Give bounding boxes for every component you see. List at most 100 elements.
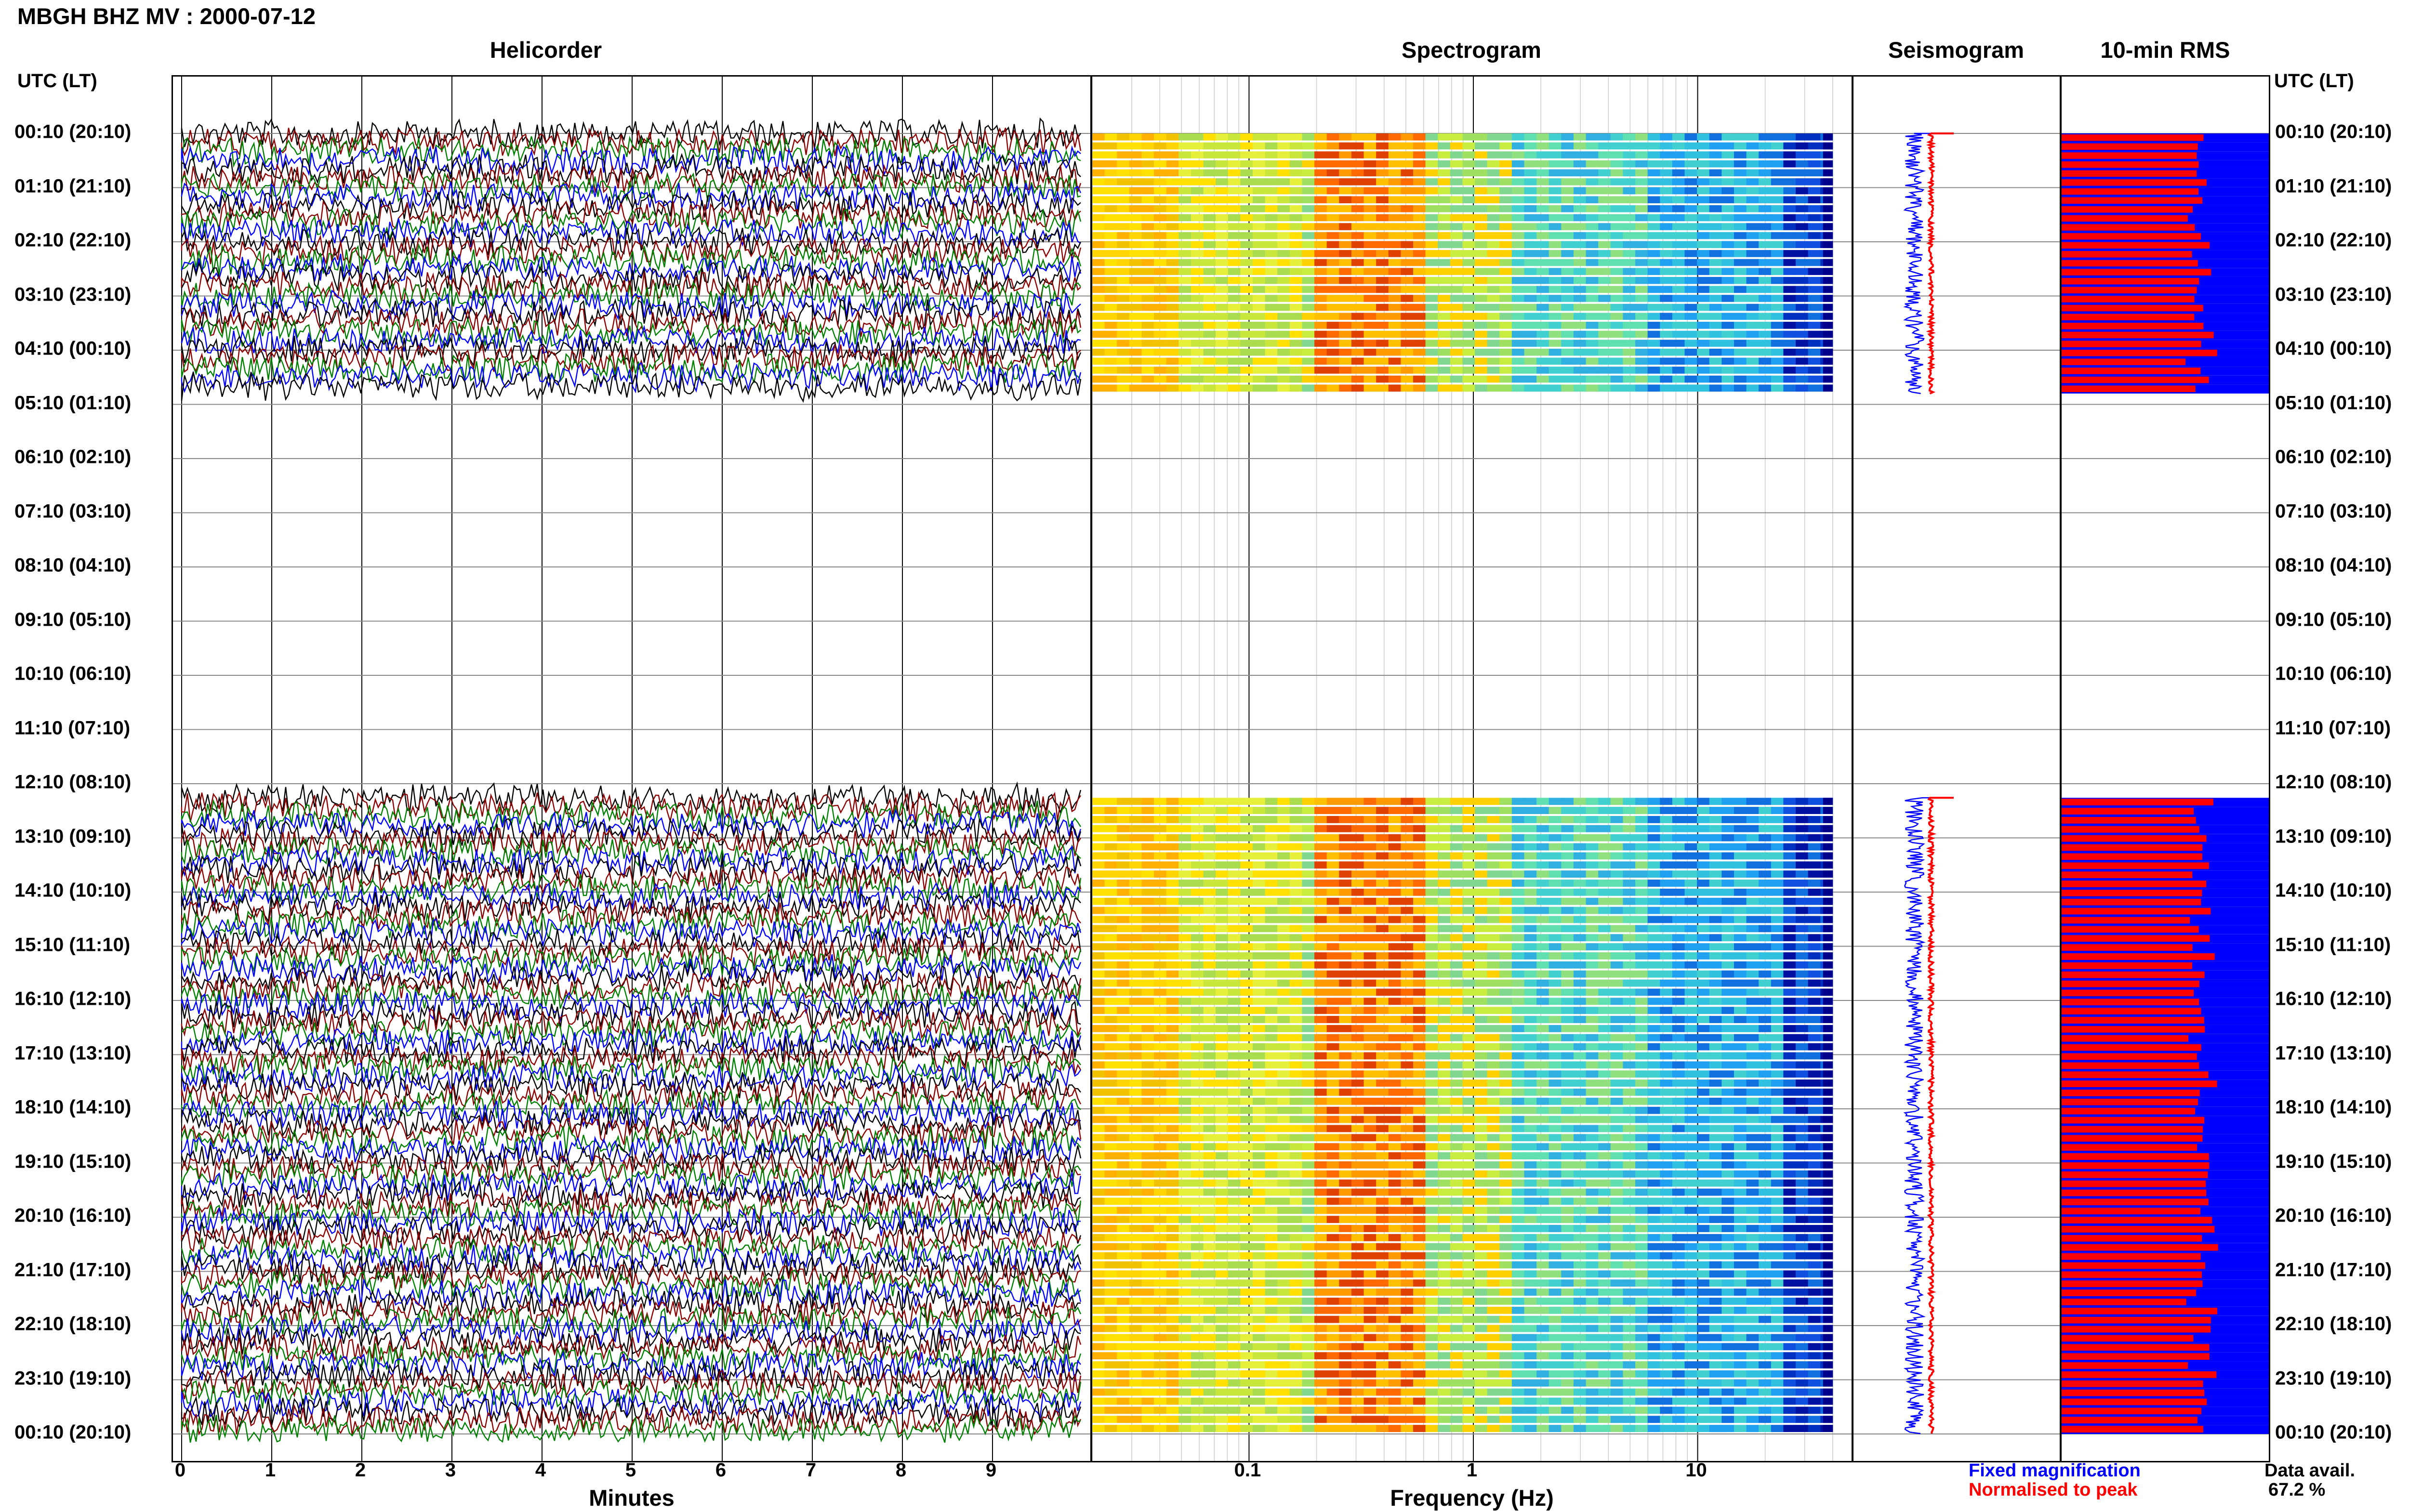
spectrogram-cell <box>1265 1197 1278 1205</box>
spectrogram-cell <box>1228 1188 1241 1196</box>
spectrogram-cell <box>1092 1079 1105 1087</box>
spectrogram-cell <box>1610 1025 1624 1032</box>
spectrogram-cell <box>1573 384 1587 392</box>
spectrogram-cell <box>1438 214 1451 222</box>
spectrogram-cell <box>1413 322 1426 329</box>
spectrogram-cell <box>1425 970 1438 978</box>
spectrogram-cell <box>1178 1097 1191 1105</box>
spectrogram-cell <box>1796 1070 1809 1078</box>
spectrogram-cell <box>1759 286 1772 293</box>
spectrogram-cell <box>1475 943 1488 951</box>
spectrogram-cell <box>1499 133 1512 141</box>
spectrogram-cell <box>1623 1061 1636 1069</box>
spectrogram-cell <box>1647 223 1660 230</box>
spectrogram-cell <box>1499 1052 1512 1060</box>
spectrogram-cell <box>1129 815 1142 823</box>
spectrogram-cell <box>1302 340 1315 347</box>
spectrogram-cell <box>1487 1106 1500 1114</box>
spectrogram-cell <box>1092 1007 1105 1014</box>
spectrogram-cell <box>1721 1134 1734 1142</box>
spectrogram-cell <box>1697 815 1710 823</box>
spectrogram-cell <box>1573 861 1587 869</box>
spectrogram-cell <box>1178 1043 1191 1051</box>
spectrogram-cell <box>1117 1097 1130 1105</box>
spectrogram-cell <box>1771 1007 1784 1014</box>
spectrogram-cell <box>1240 133 1253 141</box>
spectrogram-cell <box>1499 1161 1512 1169</box>
spectrogram-cell <box>1326 151 1339 158</box>
spectrogram-cell <box>1647 888 1660 896</box>
spectrogram-cell <box>1746 916 1759 923</box>
spectrogram-cell <box>1771 133 1784 141</box>
spectrogram-cell <box>1771 1152 1784 1159</box>
spectrogram-cell <box>1771 1143 1784 1151</box>
spectrogram-cell <box>1586 943 1599 951</box>
spectrogram-cell <box>1475 330 1488 338</box>
time-label-right: 20:10 (16:10) <box>2275 1205 2392 1226</box>
spectrogram-cell <box>1524 187 1537 195</box>
spectrogram-cell <box>1734 1161 1747 1169</box>
spectrogram-cell <box>1277 1016 1290 1023</box>
spectrogram-cell <box>1166 834 1179 841</box>
spectrogram-cell <box>1314 1089 1327 1096</box>
spectrogram-cell <box>1252 357 1266 365</box>
spectrogram-cell <box>1351 1170 1364 1178</box>
spectrogram-cell <box>1598 852 1611 860</box>
spectrogram-cell <box>1450 843 1463 851</box>
spectrogram-cell <box>1487 241 1500 249</box>
spectrogram-cell <box>1216 313 1229 320</box>
spectrogram-cell <box>1586 1197 1599 1205</box>
spectrogram-cell <box>1759 907 1772 914</box>
spectrogram-cell <box>1660 1061 1673 1069</box>
spectrogram-cell <box>1092 834 1105 841</box>
spectrogram-cell <box>1746 178 1759 185</box>
spectrogram-cell <box>1104 934 1117 942</box>
spectrogram-cell <box>1154 232 1167 239</box>
spectrogram-cell <box>1823 322 1833 329</box>
spectrogram-cell <box>1092 286 1105 293</box>
spectrogram-cell <box>1314 151 1327 158</box>
spectrogram-cell <box>1549 1016 1562 1023</box>
spectrogram-cell <box>1450 142 1463 150</box>
spectrogram-cell <box>1413 286 1426 293</box>
spectrogram-cell <box>1672 870 1685 878</box>
spectrogram-cell <box>1709 1016 1722 1023</box>
spectrogram-cell <box>1796 160 1809 168</box>
spectrogram-cell <box>1746 196 1759 203</box>
spectrogram-cell <box>1450 952 1463 960</box>
spectrogram-cell <box>1277 1007 1290 1014</box>
spectrogram-cell <box>1425 815 1438 823</box>
spectrogram-cell <box>1684 952 1697 960</box>
spectrogram-cell <box>1808 1025 1821 1032</box>
spectrogram-cell <box>1092 979 1105 987</box>
spectrogram-cell <box>1166 276 1179 284</box>
spectrogram-cell <box>1302 1079 1315 1087</box>
spectrogram-cell <box>1277 303 1290 311</box>
spectrogram-cell <box>1684 330 1697 338</box>
spectrogram-cell <box>1759 897 1772 905</box>
spectrogram-cell <box>1721 340 1734 347</box>
spectrogram-cell <box>1499 897 1512 905</box>
spectrogram-cell <box>1104 205 1117 212</box>
spectrogram-cell <box>1721 916 1734 923</box>
spectrogram-cell <box>1228 1070 1241 1078</box>
spectrogram-cell <box>1697 295 1710 302</box>
spectrogram-cell <box>1401 214 1414 222</box>
spectrogram-cell <box>1771 313 1784 320</box>
spectrogram-cell <box>1302 979 1315 987</box>
spectrogram-cell <box>1771 241 1784 249</box>
spectrogram-cell <box>1351 952 1364 960</box>
spectrogram-cell <box>1277 241 1290 249</box>
spectrogram-cell <box>1549 916 1562 923</box>
spectrogram-cell <box>1573 970 1587 978</box>
spectrogram-cell <box>1598 861 1611 869</box>
spectrogram-cell <box>1623 979 1636 987</box>
spectrogram-cell <box>1401 943 1414 951</box>
spectrogram-cell <box>1684 1025 1697 1032</box>
spectrogram-cell <box>1376 916 1389 923</box>
spectrogram-cell <box>1561 1197 1574 1205</box>
spectrogram-cell <box>1265 241 1278 249</box>
spectrogram-cell <box>1216 241 1229 249</box>
spectrogram-cell <box>1413 330 1426 338</box>
spectrogram-cell <box>1326 1097 1339 1105</box>
